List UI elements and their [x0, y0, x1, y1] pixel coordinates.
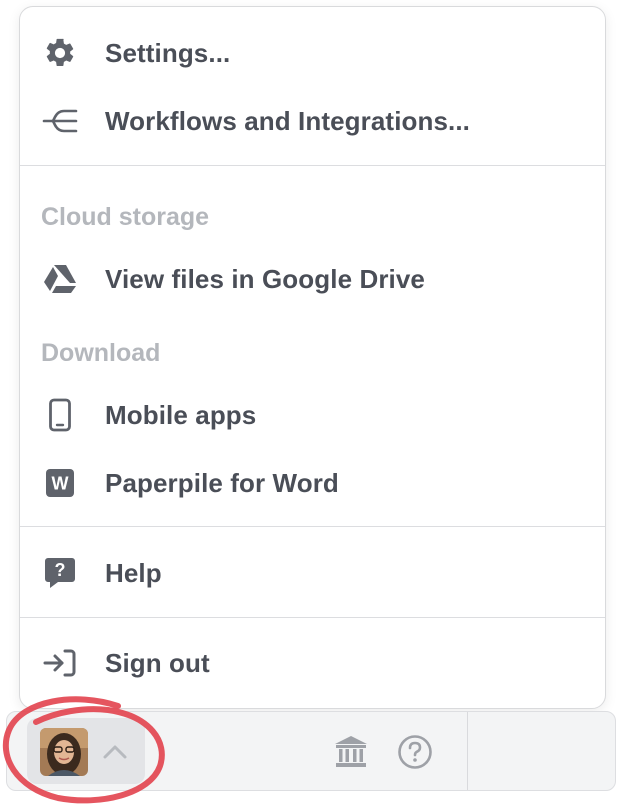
word-icon: W [42, 465, 78, 501]
toolbar-divider [467, 712, 468, 790]
settings-label: Settings... [105, 37, 231, 68]
section-heading-cloud-storage: Cloud storage [41, 203, 210, 231]
workflow-branch-icon [42, 103, 78, 139]
chevron-up-icon [99, 736, 131, 768]
avatar[interactable] [40, 728, 88, 776]
help-label: Help [105, 557, 162, 588]
account-menu: Settings... Workflows and Integrations..… [19, 6, 606, 709]
smartphone-icon [42, 397, 78, 433]
workflows-label: Workflows and Integrations... [105, 105, 471, 136]
menu-item-paperpile-word[interactable]: W Paperpile for Word [20, 455, 605, 511]
menu-divider [20, 617, 605, 618]
menu-item-mobile-apps[interactable]: Mobile apps [20, 387, 605, 443]
section-heading-download: Download [41, 339, 161, 367]
mobile-apps-label: Mobile apps [105, 399, 257, 430]
menu-divider [20, 526, 605, 527]
paperpile-word-label: Paperpile for Word [105, 467, 339, 498]
bottom-toolbar [6, 711, 616, 791]
menu-item-google-drive[interactable]: View files in Google Drive [20, 251, 605, 307]
menu-item-sign-out[interactable]: Sign out [20, 635, 605, 691]
library-building-icon[interactable] [333, 734, 369, 770]
menu-item-help[interactable]: ? Help [20, 545, 605, 601]
sign-in-arrow-icon [42, 645, 78, 681]
menu-item-workflows[interactable]: Workflows and Integrations... [20, 93, 605, 149]
menu-item-settings[interactable]: Settings... [20, 25, 605, 81]
word-icon-letter: W [52, 474, 69, 494]
question-circle-icon[interactable] [397, 734, 433, 770]
google-drive-label: View files in Google Drive [105, 263, 425, 294]
gear-icon [42, 35, 78, 71]
google-drive-icon [42, 261, 78, 297]
sign-out-label: Sign out [105, 647, 210, 678]
help-chat-icon: ? [42, 555, 78, 591]
account-menu-button[interactable] [27, 718, 145, 784]
svg-text:?: ? [55, 560, 66, 580]
page: Settings... Workflows and Integrations..… [0, 0, 620, 808]
menu-divider [20, 165, 605, 166]
